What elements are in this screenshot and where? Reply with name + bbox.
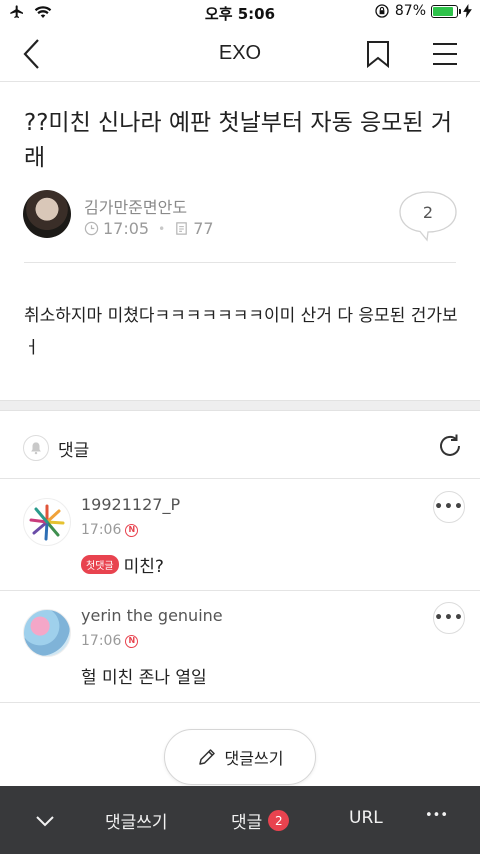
commenter-avatar[interactable] [23, 609, 71, 657]
comment-item: yerin the genuine 17:06 N 헐 미친 존나 열일 ••• [0, 591, 480, 703]
status-bar: 오후 5:06 87% [0, 0, 480, 26]
comment-more-button[interactable]: ••• [433, 491, 465, 523]
star-logo-icon [29, 504, 65, 541]
comment-more-button[interactable]: ••• [433, 602, 465, 634]
author-name[interactable]: 김가만준면안도 [84, 194, 187, 218]
toolbar-comments-label: 댓글 [231, 813, 263, 833]
comment-body: 미친? [123, 557, 164, 577]
clock-icon [84, 221, 99, 236]
comments-header: 댓글 [0, 411, 480, 479]
post-views: 77 [193, 219, 214, 238]
toolbar-write-label: 댓글쓰기 [105, 813, 168, 833]
section-divider [0, 400, 480, 411]
comment-time: 17:06 N [81, 633, 139, 649]
charging-bolt-icon [463, 4, 472, 18]
post-title: ??미친 신나라 예판 첫날부터 자동 응모된 거래 [24, 110, 453, 171]
battery-level [433, 6, 453, 16]
toolbar-url[interactable]: URL [349, 808, 383, 828]
status-right: 87% [374, 3, 472, 19]
commenter-name[interactable]: 19921127_P [81, 495, 180, 514]
bookmark-icon[interactable] [366, 40, 390, 68]
comment-time: 17:06 N [81, 522, 139, 538]
toolbar-write-comment[interactable]: 댓글쓰기 [105, 808, 168, 833]
hamburger-menu-icon[interactable] [432, 42, 458, 66]
bell-icon [31, 442, 41, 455]
comment-item: 19921127_P 17:06 N 첫댓글 미친? ••• [0, 480, 480, 591]
comments-count-badge: 2 [268, 810, 290, 831]
board-title[interactable]: EXO [0, 42, 480, 65]
notification-bell-button[interactable] [23, 435, 49, 461]
comment-text: 첫댓글 미친? [81, 552, 164, 577]
comment-text: 헐 미친 존나 열일 [81, 663, 207, 688]
battery-percent: 87% [394, 3, 426, 19]
write-comment-button[interactable]: 댓글쓰기 [164, 729, 316, 785]
toolbar-comments[interactable]: 댓글 2 [231, 808, 290, 833]
toolbar-more-label: ••• [425, 808, 449, 823]
bottom-toolbar: 댓글쓰기 댓글 2 URL ••• [0, 786, 480, 854]
post-meta: 17:05 • 77 [84, 219, 214, 238]
post-body: 취소하지마 미쳤다ㅋㅋㅋㅋㅋㅋㅋ이미 산거 다 응모된 건가보 ㅓ [24, 306, 458, 358]
meta-separator: • [158, 221, 166, 236]
nav-bar: EXO [0, 26, 480, 82]
commenter-avatar[interactable] [23, 498, 71, 546]
chevron-down-icon[interactable] [35, 814, 55, 828]
new-badge: N [125, 523, 139, 537]
pencil-icon [198, 749, 215, 765]
comment-bubble-count[interactable]: 2 [399, 203, 457, 222]
comment-time-text: 17:06 [81, 633, 122, 649]
battery-icon [431, 4, 461, 18]
first-comment-badge: 첫댓글 [81, 555, 119, 574]
commenter-name[interactable]: yerin the genuine [81, 606, 223, 625]
document-icon [176, 222, 187, 235]
rotation-lock-icon [375, 4, 389, 18]
comments-label: 댓글 [58, 441, 90, 461]
refresh-icon[interactable] [437, 433, 463, 459]
post-time: 17:05 [103, 219, 150, 238]
author-avatar[interactable] [23, 190, 71, 238]
post-divider [24, 262, 456, 263]
toolbar-more-button[interactable]: ••• [425, 808, 448, 823]
new-badge: N [125, 634, 139, 648]
comment-time-text: 17:06 [81, 522, 122, 538]
comment-body: 헐 미친 존나 열일 [81, 668, 207, 688]
toolbar-url-label: URL [349, 808, 383, 828]
write-comment-label: 댓글쓰기 [224, 749, 284, 768]
